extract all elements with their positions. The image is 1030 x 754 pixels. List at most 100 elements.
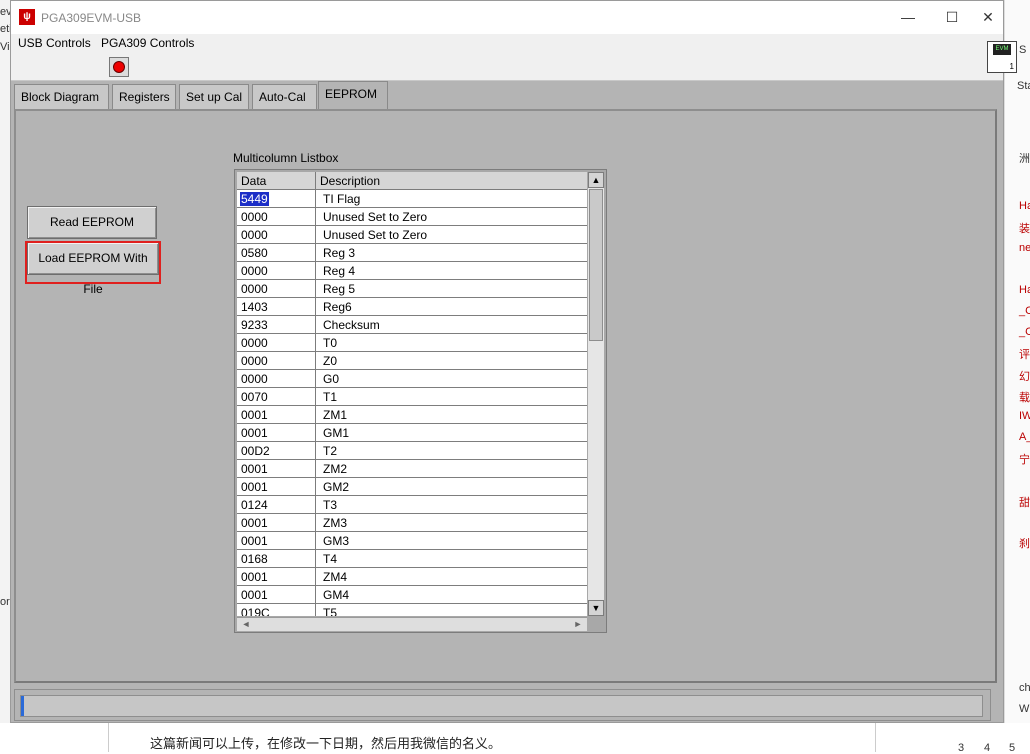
- bg-fragment: or: [0, 596, 10, 608]
- close-button[interactable]: ✕: [973, 1, 1003, 34]
- cell-data: 0001: [241, 588, 268, 602]
- tab-block-diagram[interactable]: Block Diagram: [14, 84, 109, 109]
- tab-eeprom[interactable]: EEPROM: [318, 81, 388, 110]
- bg-fragment: 载: [1019, 392, 1030, 404]
- table-row[interactable]: 0124 T3: [237, 496, 587, 514]
- divider: [875, 723, 876, 752]
- cell-description: T5: [323, 606, 338, 616]
- listbox-label: Multicolumn Listbox: [233, 151, 339, 165]
- table-row[interactable]: 0168 T4: [237, 550, 587, 568]
- column-divider: [315, 424, 316, 442]
- scroll-up-icon[interactable]: ▲: [588, 172, 604, 188]
- table-row[interactable]: 5449 TI Flag: [237, 190, 587, 208]
- table-row[interactable]: 0001 GM3: [237, 532, 587, 550]
- column-divider: [315, 298, 316, 316]
- bg-fragment: ch: [1019, 682, 1030, 694]
- bg-fragment: A_: [1019, 431, 1030, 443]
- column-header-data[interactable]: Data: [241, 174, 266, 188]
- tab-auto-cal[interactable]: Auto-Cal: [252, 84, 317, 109]
- read-eeprom-button[interactable]: Read EEPROM: [27, 206, 157, 239]
- cell-data: 0001: [241, 480, 268, 494]
- column-divider: [315, 334, 316, 352]
- cell-data: 0001: [241, 462, 268, 476]
- cell-data: 0168: [241, 552, 268, 566]
- column-divider: [315, 532, 316, 550]
- column-divider[interactable]: [315, 172, 316, 190]
- table-row[interactable]: 0070 T1: [237, 388, 587, 406]
- bg-fragment: IW: [1019, 410, 1030, 422]
- cell-data: 0001: [241, 408, 268, 422]
- cell-description: GM2: [323, 480, 350, 494]
- table-row[interactable]: 0001 ZM4: [237, 568, 587, 586]
- column-divider: [315, 604, 316, 616]
- table-row[interactable]: 0000 Unused Set to Zero: [237, 208, 587, 226]
- multicolumn-listbox[interactable]: Data Description 5449 TI Flag 0000 Unused S…: [234, 169, 607, 633]
- table-row[interactable]: 0000 Z0: [237, 352, 587, 370]
- bg-fragment: 宁: [1019, 454, 1030, 466]
- table-row[interactable]: 019C T5: [237, 604, 587, 616]
- table-row[interactable]: 00D2 T2: [237, 442, 587, 460]
- maximize-button[interactable]: ☐: [929, 1, 975, 34]
- tab-set-up-cal[interactable]: Set up Cal: [179, 84, 249, 109]
- ti-logo-icon: ψ: [19, 9, 35, 25]
- menu-pga309-controls[interactable]: PGA309 Controls: [101, 36, 194, 50]
- table-row[interactable]: 1403 Reg6: [237, 298, 587, 316]
- cell-data: 0000: [241, 282, 268, 296]
- bg-fragment: Vi: [0, 41, 10, 53]
- bg-fragment: 刹: [1019, 538, 1030, 550]
- scroll-thumb[interactable]: [589, 189, 603, 341]
- table-row[interactable]: 0001 GM1: [237, 424, 587, 442]
- minimize-button[interactable]: —: [885, 1, 931, 34]
- table-row[interactable]: 0000 Reg 5: [237, 280, 587, 298]
- table-row[interactable]: 0000 G0: [237, 370, 587, 388]
- table-row[interactable]: 0001 ZM3: [237, 514, 587, 532]
- scroll-left-icon[interactable]: ◄: [239, 618, 253, 631]
- page-number[interactable]: 3: [958, 742, 964, 754]
- scroll-down-icon[interactable]: ▼: [588, 600, 604, 616]
- cell-description: Unused Set to Zero: [323, 228, 428, 242]
- cell-description: Reg6: [323, 300, 352, 314]
- horizontal-scrollbar[interactable]: ◄ ►: [237, 617, 587, 631]
- column-divider: [315, 190, 316, 208]
- column-divider: [315, 262, 316, 280]
- table-row[interactable]: 0001 ZM1: [237, 406, 587, 424]
- abort-button[interactable]: [109, 57, 129, 77]
- cell-description: Reg 5: [323, 282, 356, 296]
- table-row[interactable]: 0001 ZM2: [237, 460, 587, 478]
- column-divider: [315, 370, 316, 388]
- column-divider: [315, 442, 316, 460]
- cell-description: Checksum: [323, 318, 380, 332]
- cell-description: T1: [323, 390, 338, 404]
- page-number[interactable]: 5: [1009, 742, 1015, 754]
- column-divider: [315, 586, 316, 604]
- toolbar: [11, 54, 1003, 81]
- bg-fragment: 洲: [1019, 153, 1030, 165]
- vi-icon[interactable]: EVM 1: [987, 41, 1017, 73]
- menu-usb-controls[interactable]: USB Controls: [18, 36, 91, 50]
- window-title: PGA309EVM-USB: [41, 11, 142, 25]
- bg-fragment: Sta: [1017, 80, 1030, 92]
- bg-fragment: S: [1019, 44, 1027, 56]
- table-row[interactable]: 0000 Reg 4: [237, 262, 587, 280]
- vertical-scrollbar[interactable]: ▲ ▼: [588, 172, 604, 616]
- page-number[interactable]: 4: [984, 742, 990, 754]
- cell-description: ZM2: [323, 462, 347, 476]
- column-divider: [315, 316, 316, 334]
- table-row[interactable]: 0000 T0: [237, 334, 587, 352]
- table-row[interactable]: 0001 GM2: [237, 478, 587, 496]
- listbox-body: Data Description 5449 TI Flag 0000 Unused S…: [237, 172, 587, 616]
- tab-registers[interactable]: Registers: [112, 84, 176, 109]
- column-header-description[interactable]: Description: [320, 174, 380, 188]
- cell-data: 1403: [241, 300, 268, 314]
- cell-data: 0000: [241, 228, 268, 242]
- table-row[interactable]: 0000 Unused Set to Zero: [237, 226, 587, 244]
- column-divider: [315, 280, 316, 298]
- table-row[interactable]: 0001 GM4: [237, 586, 587, 604]
- scroll-right-icon[interactable]: ►: [571, 618, 585, 631]
- column-divider: [315, 208, 316, 226]
- cell-description: GM1: [323, 426, 350, 440]
- table-row[interactable]: 0580 Reg 3: [237, 244, 587, 262]
- cell-description: T4: [323, 552, 338, 566]
- listbox-header: Data Description: [237, 172, 587, 190]
- table-row[interactable]: 9233 Checksum: [237, 316, 587, 334]
